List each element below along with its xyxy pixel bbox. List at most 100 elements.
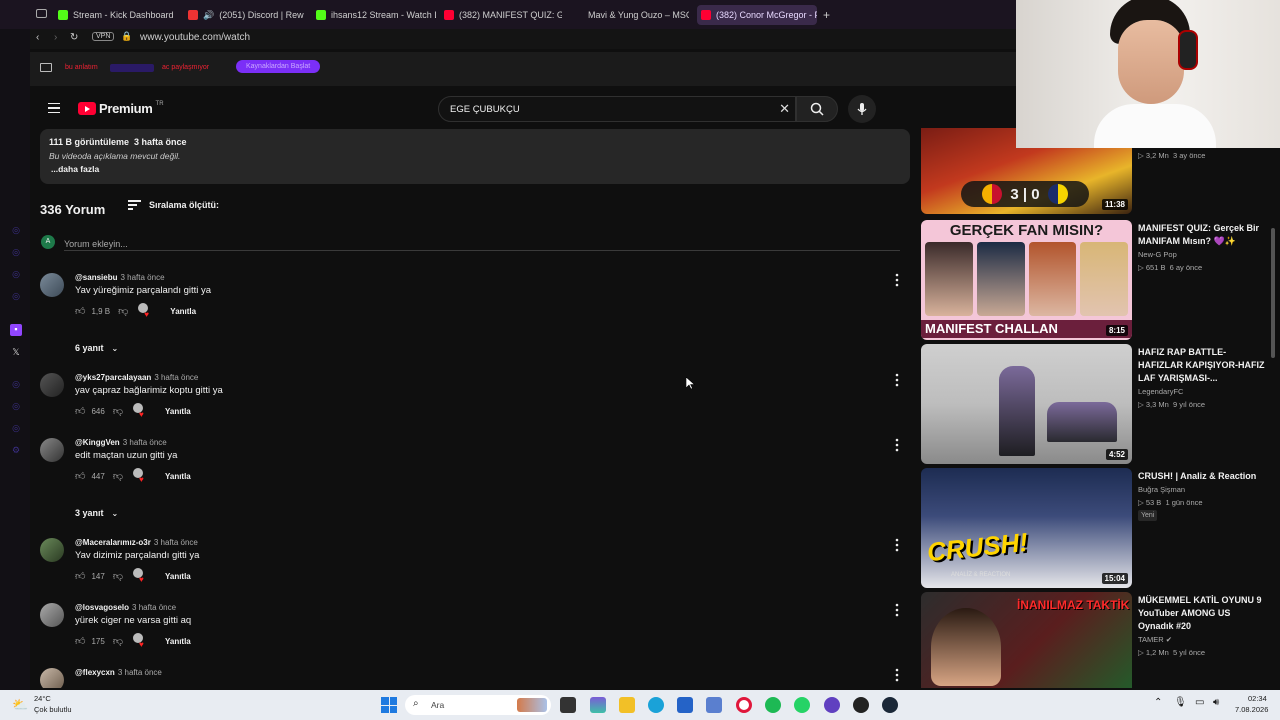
opera-icon[interactable] [736,697,752,713]
sidebar-app-icon[interactable]: ◎ [10,225,22,237]
tab-kick-dashboard[interactable]: Stream - Kick Dashboard [58,5,178,25]
weather-desc[interactable]: Çok bulutlu [34,705,72,714]
scrollbar[interactable] [1271,228,1275,358]
avatar[interactable] [40,538,64,562]
app-icon[interactable] [706,697,722,713]
avatar[interactable] [40,668,64,688]
comment-author[interactable]: @Maceralarımız-o3r 3 hafta önce [75,538,198,547]
sort-button[interactable]: Sıralama ölçütü: [128,200,219,210]
video-thumbnail[interactable]: GERÇEK FAN MISIN? MANIFEST CHALLAN 8:15 [921,220,1132,340]
menu-icon[interactable] [48,103,60,113]
description-box[interactable]: 111 B görüntüleme 3 hafta önce Bu videod… [40,129,910,184]
channel-name[interactable]: LegendaryFC [1138,387,1183,396]
video-title[interactable]: MANIFEST QUIZ: Gerçek Bir MANIFAM Mısın?… [1138,222,1266,248]
avatar[interactable] [40,603,64,627]
tab-youtube-conor[interactable]: (382) Conor McGregor - Fr [697,5,817,25]
channel-name[interactable]: Buğra Şişman [1138,485,1185,494]
dislike-icon[interactable]: 👎︎ [118,305,128,317]
app-icon[interactable] [824,697,840,713]
recommended-video[interactable]: GERÇEK FAN MISIN? MANIFEST CHALLAN 8:15 … [921,220,1270,340]
start-chip[interactable]: Kaynaklardan Başlat [236,60,321,73]
dislike-icon[interactable]: 👎︎ [113,570,123,582]
sidebar-app-icon[interactable]: ◎ [10,401,22,413]
sidebar-app-icon[interactable]: ◎ [10,269,22,281]
recommended-video[interactable]: CRUSH! ANALİZ & REACTION 15:04 CRUSH! | … [921,468,1270,588]
file-explorer-icon[interactable] [619,697,635,713]
reply-button[interactable]: Yanıtla [165,472,191,481]
tab-discord[interactable]: 🔊 (2051) Discord | Rew J [188,5,304,25]
reply-button[interactable]: Yanıtla [165,407,191,416]
settings-icon[interactable]: ⚙ [10,445,22,457]
avatar[interactable] [40,438,64,462]
avatar[interactable] [40,273,64,297]
more-options-icon[interactable] [892,538,902,552]
new-tab-icon[interactable]: + [823,8,830,22]
dislike-icon[interactable]: 👎︎ [113,635,123,647]
more-options-icon[interactable] [892,603,902,617]
comment-author[interactable]: @losvagoselo 3 hafta önce [75,603,176,612]
whatsapp-icon[interactable] [794,697,810,713]
sidebar-app-icon[interactable]: ◎ [10,291,22,303]
weather-temp[interactable]: 24°C [34,694,51,703]
steam-icon[interactable] [882,697,898,713]
search-button[interactable] [796,96,838,122]
like-icon[interactable]: 👍︎ [75,635,85,647]
clear-search-icon[interactable]: ✕ [779,101,790,117]
clock-date[interactable]: 7.08.2026 [1235,705,1268,714]
sidebar-app-icon[interactable]: ◎ [10,379,22,391]
comment-author[interactable]: @sansiebu 3 hafta önce [75,273,165,282]
dislike-icon[interactable]: 👎︎ [113,470,123,482]
reload-icon[interactable]: ↻ [70,32,78,43]
more-options-icon[interactable] [892,668,902,682]
x-icon[interactable]: 𝕏 [10,347,22,359]
vpn-badge[interactable]: VPN [92,32,115,41]
youtube-logo[interactable]: Premium TR [78,101,164,116]
edge-icon[interactable] [648,697,664,713]
recommended-video[interactable]: 4:52 HAFIZ RAP BATTLE-HAFIZLAR KAPIŞIYOR… [921,344,1270,464]
forward-icon[interactable]: › [54,32,57,43]
more-options-icon[interactable] [892,438,902,452]
video-title[interactable]: HAFIZ RAP BATTLE-HAFIZLAR KAPIŞIYOR-HAFI… [1138,346,1266,385]
reply-button[interactable]: Yanıtla [165,572,191,581]
comment-author[interactable]: @flexycxn 3 hafta önce [75,668,162,677]
add-comment-input[interactable]: Yorum ekleyin... [64,234,900,251]
video-title[interactable]: CRUSH! | Analiz & Reaction [1138,470,1266,483]
reply-button[interactable]: Yanıtla [170,307,196,316]
more-options-icon[interactable] [892,273,902,287]
search-input[interactable]: EGE ÇUBUKÇU ✕ [438,96,796,122]
taskbar-search[interactable]: ⌕ Ara [405,695,551,715]
network-icon[interactable]: ▭ [1195,697,1204,708]
like-icon[interactable]: 👍︎ [75,405,85,417]
like-icon[interactable]: 👍︎ [75,305,85,317]
video-thumbnail[interactable]: 4:52 [921,344,1132,464]
more-options-icon[interactable] [892,373,902,387]
show-replies-button[interactable]: 6 yanıt ⌄ [75,343,118,353]
video-thumbnail[interactable]: CRUSH! ANALİZ & REACTION 15:04 [921,468,1132,588]
channel-name[interactable]: TAMER ✔ [1138,635,1172,644]
video-title[interactable]: MÜKEMMEL KATİL OYUNU 9 YouTuber AMONG US… [1138,594,1266,633]
store-icon[interactable] [677,697,693,713]
channel-name[interactable]: New-G Pop [1138,250,1177,259]
like-icon[interactable]: 👍︎ [75,570,85,582]
reply-button[interactable]: Yanıtla [165,637,191,646]
tab-mavi-msg[interactable]: Mavi & Yung Ouzo – MSG [573,5,689,25]
voice-search-button[interactable] [848,95,876,123]
recommended-video[interactable]: İNANILMAZ TAKTİK MÜKEMMEL KATİL OYUNU 9 … [921,592,1270,690]
show-more-link[interactable]: ...daha fazla [51,164,99,174]
sidebar-toggle-icon[interactable] [36,9,47,18]
spotify-icon[interactable] [765,697,781,713]
avatar[interactable] [40,373,64,397]
dislike-icon[interactable]: 👎︎ [113,405,123,417]
video-thumbnail[interactable]: İNANILMAZ TAKTİK [921,592,1132,688]
url-field[interactable]: www.youtube.com/watch [140,32,250,43]
app-icon[interactable] [590,697,606,713]
start-icon[interactable] [381,697,397,713]
tab-kick-watch[interactable]: ihsans12 Stream - Watch L [316,5,436,25]
tray-chevron-icon[interactable]: ⌃ [1154,697,1162,708]
tab-youtube-manifest[interactable]: (382) MANIFEST QUIZ: Ge [444,5,562,25]
like-icon[interactable]: 👍︎ [75,470,85,482]
app-icon[interactable] [853,697,869,713]
sidebar-app-icon[interactable]: ◎ [10,247,22,259]
show-replies-button[interactable]: 3 yanıt ⌄ [75,508,118,518]
task-view-icon[interactable] [560,697,576,713]
